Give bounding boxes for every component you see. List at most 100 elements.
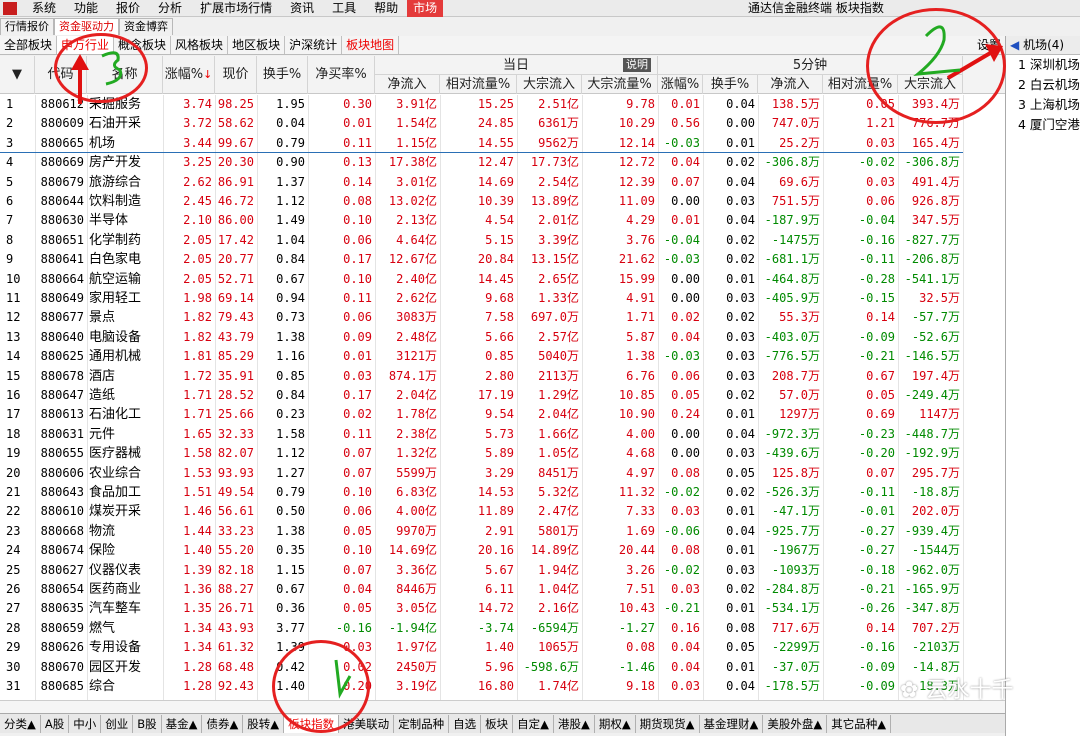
constituent-item[interactable]: 3 上海机场 <box>1006 95 1080 115</box>
table-row[interactable]: 30 880670 园区开发 1.28 68.48 0.42 0.02 2450万 5.96 -5… <box>0 658 963 677</box>
table-row[interactable]: 13 880640 电脑设备 1.82 43.79 1.38 0.09 2.48亿 5.66 2.… <box>0 328 963 347</box>
market-tab[interactable]: 港股▲ <box>554 714 595 733</box>
table-row[interactable]: 10 880664 航空运输 2.05 52.71 0.67 0.10 2.40亿 14.45 2… <box>0 270 963 289</box>
row-5min-turnover: 0.05 <box>726 465 755 480</box>
sort-triangle-icon[interactable]: ▼ <box>0 56 35 94</box>
table-row[interactable]: 23 880668 物流 1.44 33.23 1.38 0.05 9970万 2.91 5801… <box>0 522 963 541</box>
menu-analysis[interactable]: 分析 <box>149 0 191 17</box>
tab-capital-drive[interactable]: 资金驱动力 <box>54 18 119 35</box>
menu-help[interactable]: 帮助 <box>365 0 407 17</box>
back-arrow-icon[interactable]: ◀ <box>1010 38 1019 52</box>
header-net-inflow[interactable]: 净流入 <box>375 75 440 94</box>
header-block-inflow[interactable]: 大宗流入 <box>517 75 582 94</box>
market-tab[interactable]: A股 <box>41 714 70 733</box>
constituent-item[interactable]: 1 深圳机场 <box>1006 55 1080 75</box>
table-row[interactable]: 28 880659 燃气 1.34 43.93 3.77 -0.16 -1.94亿 -3.74 -… <box>0 619 963 638</box>
table-row[interactable]: 7 880630 半导体 2.10 86.00 1.49 0.10 2.13亿 4.54 2.01… <box>0 211 963 230</box>
table-row[interactable]: 4 880669 房产开发 3.25 20.30 0.90 0.13 17.38亿 12.47 1… <box>0 153 963 172</box>
constituent-item[interactable]: 2 白云机场 <box>1006 75 1080 95</box>
row-code: 880641 <box>40 252 84 267</box>
table-row[interactable]: 15 880678 酒店 1.72 35.91 0.85 0.03 874.1万 2.80 211… <box>0 367 963 386</box>
market-tab[interactable]: 期货现货▲ <box>636 714 700 733</box>
market-tab[interactable]: 期权▲ <box>595 714 636 733</box>
tab-quote[interactable]: 行情报价 <box>0 18 54 35</box>
menu-quote[interactable]: 报价 <box>107 0 149 17</box>
table-row[interactable]: 12 880677 景点 1.82 79.43 0.73 0.06 3083万 7.58 697.… <box>0 308 963 327</box>
market-tab[interactable]: 定制品种 <box>394 714 450 733</box>
tab-style[interactable]: 风格板块 <box>171 36 229 54</box>
row-change-pct: 1.53 <box>183 465 212 480</box>
table-row[interactable]: 21 880643 食品加工 1.51 49.54 0.79 0.10 6.83亿 14.53 5… <box>0 483 963 502</box>
market-tab[interactable]: 中小 <box>69 714 102 733</box>
tab-capital-game[interactable]: 资金博弈 <box>119 18 173 35</box>
table-row[interactable]: 24 880674 保险 1.40 55.20 0.35 0.10 14.69亿 20.16 14… <box>0 541 963 560</box>
menu-system[interactable]: 系统 <box>23 0 65 17</box>
row-5min-block-inflow: -146.5万 <box>904 349 960 364</box>
row-price: 33.23 <box>217 523 254 538</box>
row-name: 医疗器械 <box>89 446 142 462</box>
table-row[interactable]: 17 880613 石油化工 1.71 25.66 0.23 0.02 1.78亿 9.54 2.… <box>0 405 963 424</box>
table-row[interactable]: 26 880654 医药商业 1.36 88.27 0.67 0.04 8446万 6.11 1.… <box>0 580 963 599</box>
table-row[interactable]: 2 880609 石油开采 3.72 58.62 0.04 0.01 1.54亿 24.85 63… <box>0 114 963 133</box>
row-5min-turnover: 0.02 <box>726 388 755 402</box>
market-tab[interactable]: 自定▲ <box>513 714 554 733</box>
menu-market[interactable]: 市场 <box>407 0 444 17</box>
table-row[interactable]: 18 880631 元件 1.65 32.33 1.58 0.11 2.38亿 5.73 1.66… <box>0 425 963 444</box>
header-change-pct[interactable]: 涨幅%↓ <box>163 56 215 94</box>
header-relative-flow[interactable]: 相对流量% <box>440 75 517 94</box>
table-row[interactable]: 22 880610 煤炭开采 1.46 56.61 0.50 0.06 4.00亿 11.89 2… <box>0 502 963 521</box>
row-relative-flow: 6.11 <box>485 582 514 596</box>
table-row[interactable]: 20 880606 农业综合 1.53 93.93 1.27 0.07 5599万 3.29 84… <box>0 464 963 483</box>
header-block-flow-pct[interactable]: 大宗流量% <box>582 75 658 94</box>
row-5min-turnover: 0.04 <box>726 174 755 189</box>
market-tab[interactable]: 债券▲ <box>202 714 244 733</box>
table-row[interactable]: 16 880647 造纸 1.71 28.52 0.84 0.17 2.04亿 17.19 1.2… <box>0 386 963 405</box>
row-5min-relative-flow: -0.11 <box>858 485 895 499</box>
tab-all-sectors[interactable]: 全部板块 <box>0 36 58 54</box>
explain-button[interactable]: 说明 <box>623 58 651 72</box>
header-5min-turnover[interactable]: 换手% <box>703 75 758 94</box>
table-row[interactable]: 19 880655 医疗器械 1.58 82.07 1.12 0.07 1.32亿 5.89 1.… <box>0 444 963 463</box>
table-row[interactable]: 27 880635 汽车整车 1.35 26.71 0.36 0.05 3.05亿 14.72 2… <box>0 599 963 618</box>
market-tab[interactable]: 自选 <box>449 714 482 733</box>
table-row[interactable]: 5 880679 旅游综合 2.62 86.91 1.37 0.14 3.01亿 14.69 2.… <box>0 173 963 192</box>
table-row[interactable]: 31 880685 综合 1.28 92.43 1.40 0.20 3.19亿 16.80 1.7… <box>0 677 963 696</box>
header-5min-net-inflow[interactable]: 净流入 <box>758 75 823 94</box>
row-turnover: 1.12 <box>276 194 305 208</box>
header-turnover[interactable]: 换手% <box>257 56 308 94</box>
menu-extended-market[interactable]: 扩展市场行情 <box>191 0 281 17</box>
menu-function[interactable]: 功能 <box>65 0 107 17</box>
market-tab[interactable]: 股转▲ <box>243 714 285 733</box>
header-price[interactable]: 现价 <box>215 56 257 94</box>
table-row[interactable]: 29 880626 专用设备 1.34 61.32 1.39 0.03 1.97亿 1.40 10… <box>0 638 963 657</box>
constituent-item[interactable]: 4 厦门空港 <box>1006 115 1080 135</box>
table-row[interactable]: 1 880612 采掘服务 3.74 98.25 1.95 0.30 3.91亿 15.25 2.… <box>0 95 963 114</box>
tab-region[interactable]: 地区板块 <box>228 36 286 54</box>
table-row[interactable]: 25 880627 仪器仪表 1.39 82.18 1.15 0.07 3.36亿 5.67 1.… <box>0 561 963 580</box>
table-row[interactable]: 6 880644 饮料制造 2.45 46.72 1.12 0.08 13.02亿 10.39 1… <box>0 192 963 211</box>
menu-news[interactable]: 资讯 <box>281 0 323 17</box>
row-5min-block-inflow: -165.9万 <box>904 582 960 596</box>
row-index: 11 <box>6 291 21 305</box>
market-tab[interactable]: B股 <box>133 714 162 733</box>
market-tab[interactable]: 其它品种▲ <box>827 714 892 733</box>
menu-tools[interactable]: 工具 <box>323 0 365 17</box>
table-row[interactable]: 8 880651 化学制药 2.05 17.42 1.04 0.06 4.64亿 5.15 3.3… <box>0 231 963 250</box>
market-tab[interactable]: 基金▲ <box>162 714 203 733</box>
market-tab[interactable]: 美股外盘▲ <box>763 714 828 733</box>
constituent-panel: ◀ 机场(4) 1 深圳机场 2 白云机场 3 上海机场 4 厦门空港 <box>1005 36 1080 736</box>
header-net-buy-rate[interactable]: 净买率% <box>308 56 375 94</box>
market-tab[interactable]: 基金理财▲ <box>700 714 764 733</box>
market-tab[interactable]: 板块 <box>481 714 514 733</box>
horizontal-scrollbar[interactable] <box>0 700 1005 713</box>
tab-sector-map[interactable]: 板块地图 <box>342 36 400 54</box>
header-5min-change[interactable]: 涨幅% <box>658 75 703 94</box>
table-row[interactable]: 14 880625 通用机械 1.81 85.29 1.16 0.01 3121万 0.85 50… <box>0 347 963 366</box>
table-row[interactable]: 11 880649 家用轻工 1.98 69.14 0.94 0.11 2.62亿 9.68 1.… <box>0 289 963 308</box>
market-tab[interactable]: 分类▲ <box>0 714 41 733</box>
table-row[interactable]: 9 880641 白色家电 2.05 20.77 0.84 0.17 12.67亿 20.84 1… <box>0 250 963 269</box>
table-row[interactable]: 3 880665 机场 3.44 99.67 0.79 0.11 1.15亿 14.55 9562… <box>0 134 963 154</box>
market-tab[interactable]: 创业 <box>101 714 134 733</box>
tab-shsz-stats[interactable]: 沪深统计 <box>285 36 343 54</box>
row-5min-change: 0.00 <box>671 446 700 461</box>
